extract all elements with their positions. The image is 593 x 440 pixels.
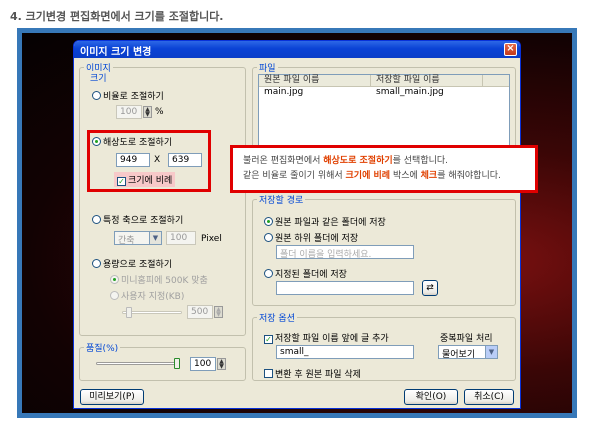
axis-select[interactable]: 간축 ▼	[114, 231, 162, 246]
custom-kb-label: 사용자 지정(KB)	[121, 292, 185, 302]
browse-folder-button[interactable]: ⇄	[422, 280, 438, 296]
column-original-name[interactable]: 원본 파일 이름	[259, 75, 371, 86]
cell-original-name: main.jpg	[264, 87, 304, 97]
window-title: 이미지 크기 변경	[80, 47, 152, 58]
duplicate-select-value: 물어보기	[442, 350, 476, 360]
capacity-slider-thumb[interactable]	[126, 307, 132, 318]
close-icon: ×	[506, 43, 515, 54]
chevron-down-icon: ▼	[149, 232, 161, 244]
minihome-radio[interactable]	[110, 275, 119, 284]
callout-line-2: 같은 비율로 줄이기 위해서 크기에 비례 박스에 체크를 해줘야합니다.	[243, 169, 525, 184]
subfolder-input[interactable]: 폴더 이름을 입력하세요.	[276, 245, 414, 260]
save-path-group-label: 저장할 경로	[257, 193, 306, 206]
page-caption: 4. 크기변경 편집화면에서 크기를 조절합니다.	[10, 10, 224, 23]
save-same-folder-option[interactable]: 원본 파일과 같은 폴더에 저장	[264, 215, 386, 228]
folder-path-input[interactable]	[276, 281, 414, 295]
callout-line-1: 불러온 편집화면에서 해상도로 조절하기를 선택합니다.	[243, 154, 525, 169]
cancel-button[interactable]: 취소(C)	[464, 389, 514, 405]
prefix-checkbox[interactable]: ✓	[264, 335, 273, 344]
resolution-highlight	[87, 130, 211, 192]
save-subfolder-option[interactable]: 원본 하위 폴더에 저장	[264, 231, 358, 244]
callout-highlight: 체크	[420, 171, 438, 181]
instruction-callout: 불러온 편집화면에서 해상도로 조절하기를 선택합니다. 같은 비율로 줄이기 …	[230, 145, 538, 193]
chevron-down-icon: ▼	[485, 346, 497, 358]
quality-slider[interactable]	[96, 362, 180, 365]
file-list-header: 원본 파일 이름 저장할 파일 이름	[259, 75, 509, 87]
resize-dialog: 이미지 크기 변경 × 이미지 크기 비율로 조절하기 100 ▲ ▼ % 해상도…	[73, 40, 521, 409]
duplicate-select[interactable]: 물어보기 ▼	[438, 345, 498, 360]
delete-original-option[interactable]: 변환 후 원본 파일 삭제	[264, 367, 361, 380]
save-specified-folder-option[interactable]: 지정된 폴더에 저장	[264, 267, 347, 280]
prefix-option[interactable]: ✓ 저장할 파일 이름 앞에 글 추가	[264, 331, 389, 344]
close-button[interactable]: ×	[504, 43, 517, 56]
callout-text: 를 해줘야합니다.	[437, 171, 501, 181]
ratio-radio[interactable]	[92, 91, 101, 100]
screenshot-frame: 이미지 크기 변경 × 이미지 크기 비율로 조절하기 100 ▲ ▼ % 해상도…	[17, 28, 577, 418]
ratio-spinner[interactable]: ▲ ▼	[143, 106, 152, 118]
save-options-group-label: 저장 옵션	[257, 311, 297, 324]
capacity-radio[interactable]	[92, 259, 101, 268]
capacity-option[interactable]: 용량으로 조절하기	[92, 257, 172, 270]
quality-spinner[interactable]: ▲ ▼	[217, 358, 226, 370]
axis-radio[interactable]	[92, 215, 101, 224]
axis-label: 특정 축으로 조절하기	[103, 216, 184, 226]
ratio-unit: %	[155, 107, 164, 117]
ratio-input[interactable]: 100	[116, 105, 142, 119]
axis-option[interactable]: 특정 축으로 조절하기	[92, 213, 183, 226]
callout-text: 를 선택합니다.	[392, 156, 449, 166]
quality-slider-thumb[interactable]	[174, 358, 180, 369]
ratio-label: 비율로 조절하기	[103, 92, 164, 102]
capacity-option-custom[interactable]: 사용자 지정(KB)	[110, 289, 184, 302]
delete-original-label: 변환 후 원본 파일 삭제	[275, 370, 361, 380]
file-group-label: 파일	[257, 61, 278, 74]
cell-save-name: small_main.jpg	[376, 87, 444, 97]
callout-text: 불러온 편집화면에서	[243, 156, 324, 166]
quality-input[interactable]: 100	[190, 357, 216, 371]
size-group-label: 크기	[88, 71, 109, 84]
axis-input[interactable]: 100	[166, 231, 196, 245]
save-subfolder-radio[interactable]	[264, 233, 273, 242]
callout-highlight: 크기에 비례	[345, 171, 391, 181]
title-bar[interactable]: 이미지 크기 변경 ×	[74, 41, 520, 58]
delete-original-checkbox[interactable]	[264, 369, 273, 378]
callout-text: 박스에	[390, 171, 421, 181]
capacity-option-minihome[interactable]: 미니홈피에 500K 맞춤	[110, 273, 208, 286]
column-save-name[interactable]: 저장할 파일 이름	[371, 75, 483, 86]
ratio-option[interactable]: 비율로 조절하기	[92, 89, 164, 102]
ok-button[interactable]: 확인(O)	[404, 389, 458, 405]
axis-unit: Pixel	[201, 234, 222, 244]
minihome-label: 미니홈피에 500K 맞춤	[121, 276, 208, 286]
save-specified-folder-radio[interactable]	[264, 269, 273, 278]
save-specified-folder-label: 지정된 폴더에 저장	[275, 270, 347, 280]
callout-highlight: 해상도로 조절하기	[323, 156, 393, 166]
save-same-folder-radio[interactable]	[264, 217, 273, 226]
duplicate-label: 중복파일 처리	[440, 334, 493, 344]
file-row[interactable]: main.jpg small_main.jpg	[259, 87, 509, 98]
prefix-label: 저장할 파일 이름 앞에 글 추가	[275, 334, 389, 344]
capacity-input[interactable]: 500	[187, 305, 213, 319]
capacity-label: 용량으로 조절하기	[103, 260, 173, 270]
preview-button[interactable]: 미리보기(P)	[80, 389, 144, 405]
prefix-input[interactable]: small_	[276, 345, 414, 359]
desktop-background: 이미지 크기 변경 × 이미지 크기 비율로 조절하기 100 ▲ ▼ % 해상도…	[22, 33, 572, 413]
capacity-spinner[interactable]: ▲ ▼	[214, 306, 223, 318]
quality-group-label: 품질(%)	[84, 341, 121, 354]
save-subfolder-label: 원본 하위 폴더에 저장	[275, 234, 359, 244]
axis-select-value: 간축	[118, 236, 135, 246]
save-same-folder-label: 원본 파일과 같은 폴더에 저장	[275, 218, 386, 228]
folder-icon: ⇄	[426, 283, 434, 293]
custom-kb-radio[interactable]	[110, 291, 119, 300]
callout-text: 같은 비율로 줄이기 위해서	[243, 171, 346, 181]
